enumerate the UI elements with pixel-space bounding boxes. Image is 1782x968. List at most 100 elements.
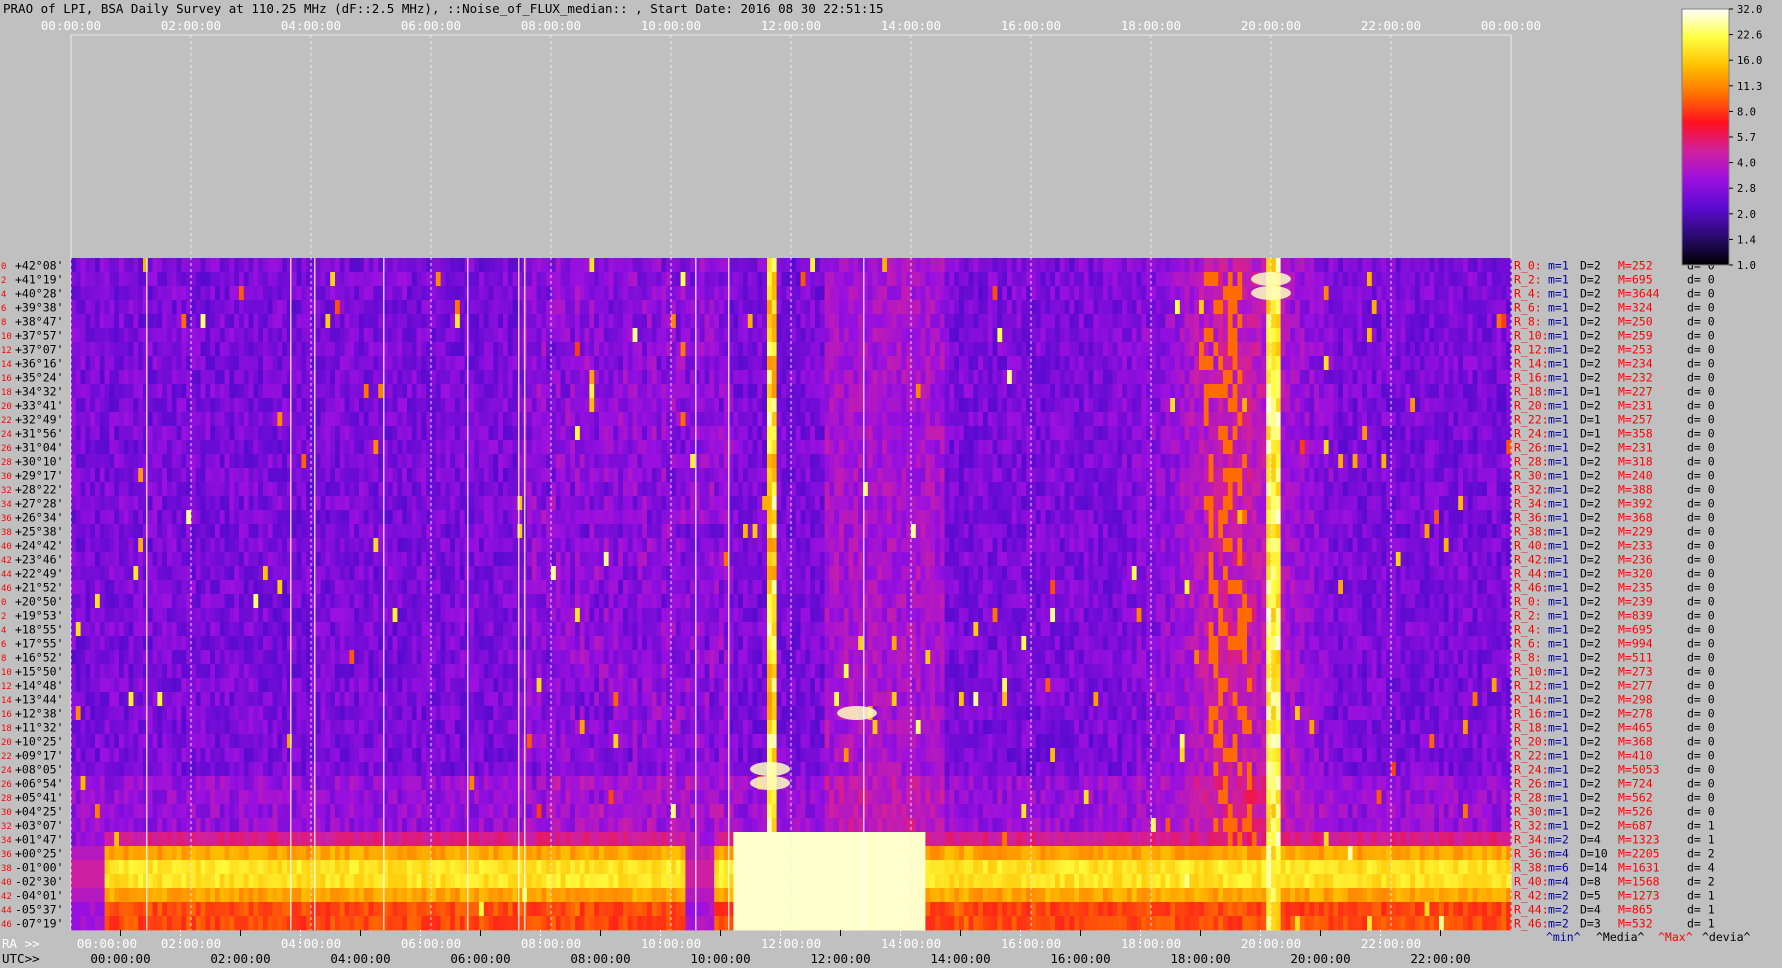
row-stat-min: m=1 [1548,721,1569,735]
top-axis-tick-label: 10:00:00 [641,18,701,33]
interference-stripe [863,258,865,930]
row-index-label: 34 [1,836,12,846]
declination-label: +26°34' [15,511,63,525]
row-stat-max: M=994 [1618,637,1653,651]
declination-label: +25°38' [15,525,63,539]
row-stat-max: M=358 [1618,427,1653,441]
row-stat-label: R_22: [1514,413,1549,427]
row-stat-min: m=2 [1548,917,1569,931]
row-stat-median: D=2 [1580,777,1601,791]
row-stat-label: R_32: [1514,483,1549,497]
declination-label: +36°16' [15,357,63,371]
row-stat-min: m=1 [1548,763,1569,777]
row-stat-label: R_18: [1514,385,1549,399]
declination-label: +18°55' [15,623,63,637]
declination-label: +11°32' [15,721,63,735]
row-stat-max: M=234 [1618,357,1653,371]
row-index-label: 8 [1,654,6,664]
row-stat-label: R_16: [1514,371,1549,385]
row-index-label: 16 [1,710,12,720]
row-index-label: 28 [1,458,12,468]
row-stat-min: m=6 [1548,861,1569,875]
stats-footer-label: ^min^ [1546,930,1581,944]
row-stat-deviation: d= 0 [1687,315,1715,329]
row-stat-deviation: d= 0 [1687,581,1715,595]
row-stat-deviation: d= 0 [1687,763,1715,777]
row-stat-deviation: d= 0 [1687,539,1715,553]
row-stat-label: R_40: [1514,539,1549,553]
row-stat-min: m=1 [1548,483,1569,497]
row-index-label: 18 [1,724,12,734]
declination-label: +09°17' [15,749,63,763]
row-stat-min: m=1 [1548,819,1569,833]
row-index-label: 4 [1,626,6,636]
row-index-label: 34 [1,500,12,510]
row-stat-label: R_24: [1514,763,1549,777]
row-stat-max: M=277 [1618,679,1653,693]
declination-label: +03°07' [15,819,63,833]
interference-stripe [383,258,385,930]
row-stat-label: R_4: [1514,623,1542,637]
interference-stripe [728,258,730,930]
row-stat-median: D=2 [1580,287,1601,301]
row-stat-median: D=2 [1580,329,1601,343]
interference-stripe [290,258,292,930]
row-index-label: 42 [1,892,12,902]
declination-label: +01°47' [15,833,63,847]
declination-label: +17°55' [15,637,63,651]
ra-axis-tick-label: 12:00:00 [761,936,821,951]
row-stat-min: m=1 [1548,707,1569,721]
row-stat-label: R_10: [1514,665,1549,679]
top-axis-tick-label: 12:00:00 [761,18,821,33]
row-stat-deviation: d= 0 [1687,595,1715,609]
row-stat-median: D=2 [1580,511,1601,525]
row-index-label: 44 [1,906,12,916]
declination-label: +31°04' [15,441,63,455]
row-stat-label: R_32: [1514,819,1549,833]
row-stat-max: M=562 [1618,791,1653,805]
declination-label: -01°00' [15,861,63,875]
ra-axis-tick-label: 22:00:00 [1361,936,1421,951]
row-stat-deviation: d= 0 [1687,651,1715,665]
row-stat-min: m=1 [1548,413,1569,427]
ra-axis-tick-label: 16:00:00 [1001,936,1061,951]
declination-label: +29°17' [15,469,63,483]
row-stat-deviation: d= 0 [1687,679,1715,693]
row-stat-min: m=1 [1548,441,1569,455]
row-index-label: 6 [1,304,6,314]
row-stat-max: M=410 [1618,749,1653,763]
row-stat-label: R_20: [1514,399,1549,413]
declination-label: +05°41' [15,791,63,805]
row-stat-median: D=2 [1580,805,1601,819]
row-stat-median: D=2 [1580,721,1601,735]
row-stat-max: M=3644 [1618,287,1660,301]
row-stat-median: D=2 [1580,539,1601,553]
row-stat-median: D=2 [1580,609,1601,623]
declination-label: +42°08' [15,259,63,273]
row-stat-median: D=2 [1580,665,1601,679]
row-index-label: 32 [1,486,12,496]
row-index-label: 6 [1,640,6,650]
row-stat-median: D=2 [1580,693,1601,707]
row-stat-max: M=227 [1618,385,1653,399]
row-stat-deviation: d= 0 [1687,693,1715,707]
row-stat-median: D=1 [1580,385,1601,399]
row-stat-label: R_34: [1514,497,1549,511]
utc-axis-tick-label: 10:00:00 [690,951,750,966]
row-stat-median: D=1 [1580,427,1601,441]
row-stat-deviation: d= 0 [1687,301,1715,315]
row-stat-label: R_12: [1514,343,1549,357]
ra-axis-tick-label: 02:00:00 [161,936,221,951]
survey-viewer: PRAO of LPI, BSA Daily Survey at 110.25 … [0,0,1782,968]
row-stat-max: M=231 [1618,441,1653,455]
row-stat-min: m=1 [1548,315,1569,329]
declination-label: +23°46' [15,553,63,567]
row-stat-max: M=1323 [1618,833,1660,847]
row-stat-label: R_10: [1514,329,1549,343]
row-stat-label: R_38: [1514,861,1549,875]
row-stat-deviation: d= 1 [1687,889,1715,903]
row-stat-max: M=392 [1618,497,1653,511]
row-stat-max: M=252 [1618,259,1653,273]
colorbar-tick-label: 16.0 [1737,55,1762,67]
row-stat-min: m=1 [1548,525,1569,539]
